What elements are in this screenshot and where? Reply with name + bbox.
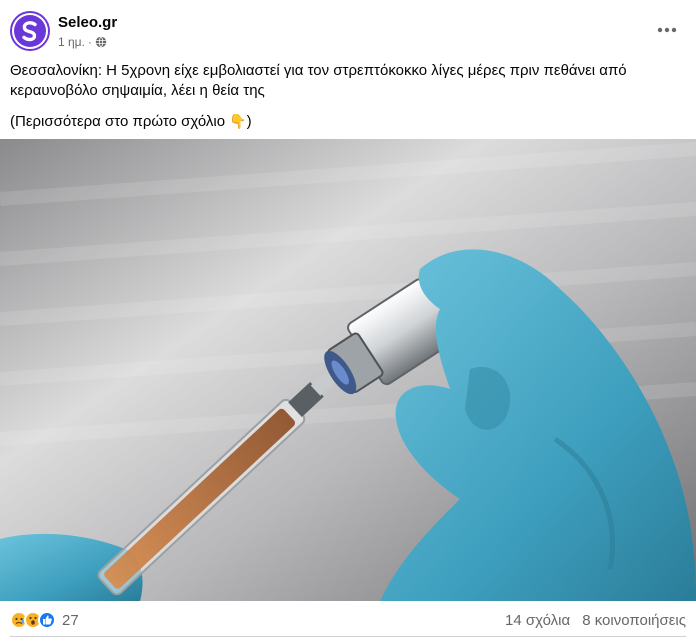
post-text: Θεσσαλονίκη: Η 5χρονη είχε εμβολιαστεί γ… — [10, 61, 686, 142]
post-image[interactable] — [0, 139, 696, 601]
post-meta: 1 ημ. · — [58, 35, 107, 49]
page-avatar[interactable] — [10, 11, 50, 51]
post-header: Seleo.gr 1 ημ. · — [10, 11, 686, 53]
shares-count-link[interactable]: 8 κοινοποιήσεις — [582, 612, 686, 629]
reactions-summary[interactable]: 27 — [10, 611, 79, 629]
reaction-count[interactable]: 27 — [62, 612, 79, 629]
post-time[interactable]: 1 ημ. — [58, 35, 85, 49]
post-more-note: (Περισσότερα στο πρώτο σχόλιο 👇) — [10, 111, 686, 132]
post-message: Θεσσαλονίκη: Η 5χρονη είχε εμβολιαστεί γ… — [10, 62, 627, 99]
facebook-post: Seleo.gr 1 ημ. · Θεσσαλονίκη: Η 5χρονη ε… — [0, 0, 696, 642]
more-options-button[interactable] — [654, 17, 680, 43]
like-reaction-icon — [38, 611, 56, 629]
more-note-text: (Περισσότερα στο πρώτο σχόλιο — [10, 113, 226, 130]
vaccine-syringe-photo — [0, 139, 696, 601]
footer-divider — [10, 636, 686, 637]
pointing-down-emoji: 👇 — [229, 113, 247, 129]
more-horizontal-icon — [657, 27, 677, 33]
post-footer: 27 14 σχόλια 8 κοινοποιήσεις — [10, 605, 686, 635]
engagement-stats: 14 σχόλια 8 κοινοποιήσεις — [505, 612, 686, 629]
meta-separator: · — [87, 35, 92, 49]
more-note-close: ) — [246, 113, 252, 130]
seleo-logo-icon — [14, 15, 46, 47]
page-name[interactable]: Seleo.gr — [58, 14, 117, 31]
comments-count-link[interactable]: 14 σχόλια — [505, 612, 570, 629]
reaction-icons — [10, 611, 56, 629]
globe-icon[interactable] — [95, 36, 107, 48]
